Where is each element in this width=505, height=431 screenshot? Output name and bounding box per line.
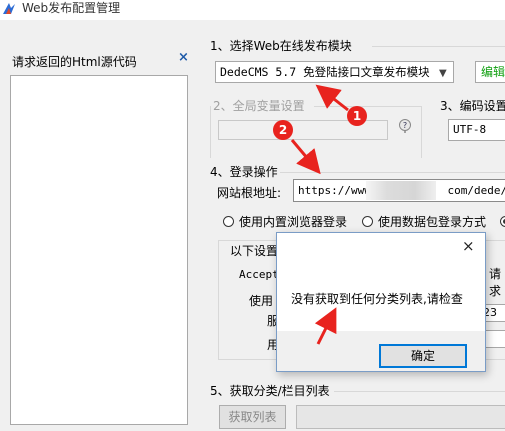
- annotation-arrow-2: [290, 139, 321, 175]
- annotation-badge-1: 1: [347, 106, 367, 126]
- annotation-badge-2: 2: [273, 120, 293, 140]
- annotation-layer: [290, 84, 349, 345]
- annotation-arrow-3: [314, 307, 337, 345]
- annotation-arrow-1: [315, 84, 349, 112]
